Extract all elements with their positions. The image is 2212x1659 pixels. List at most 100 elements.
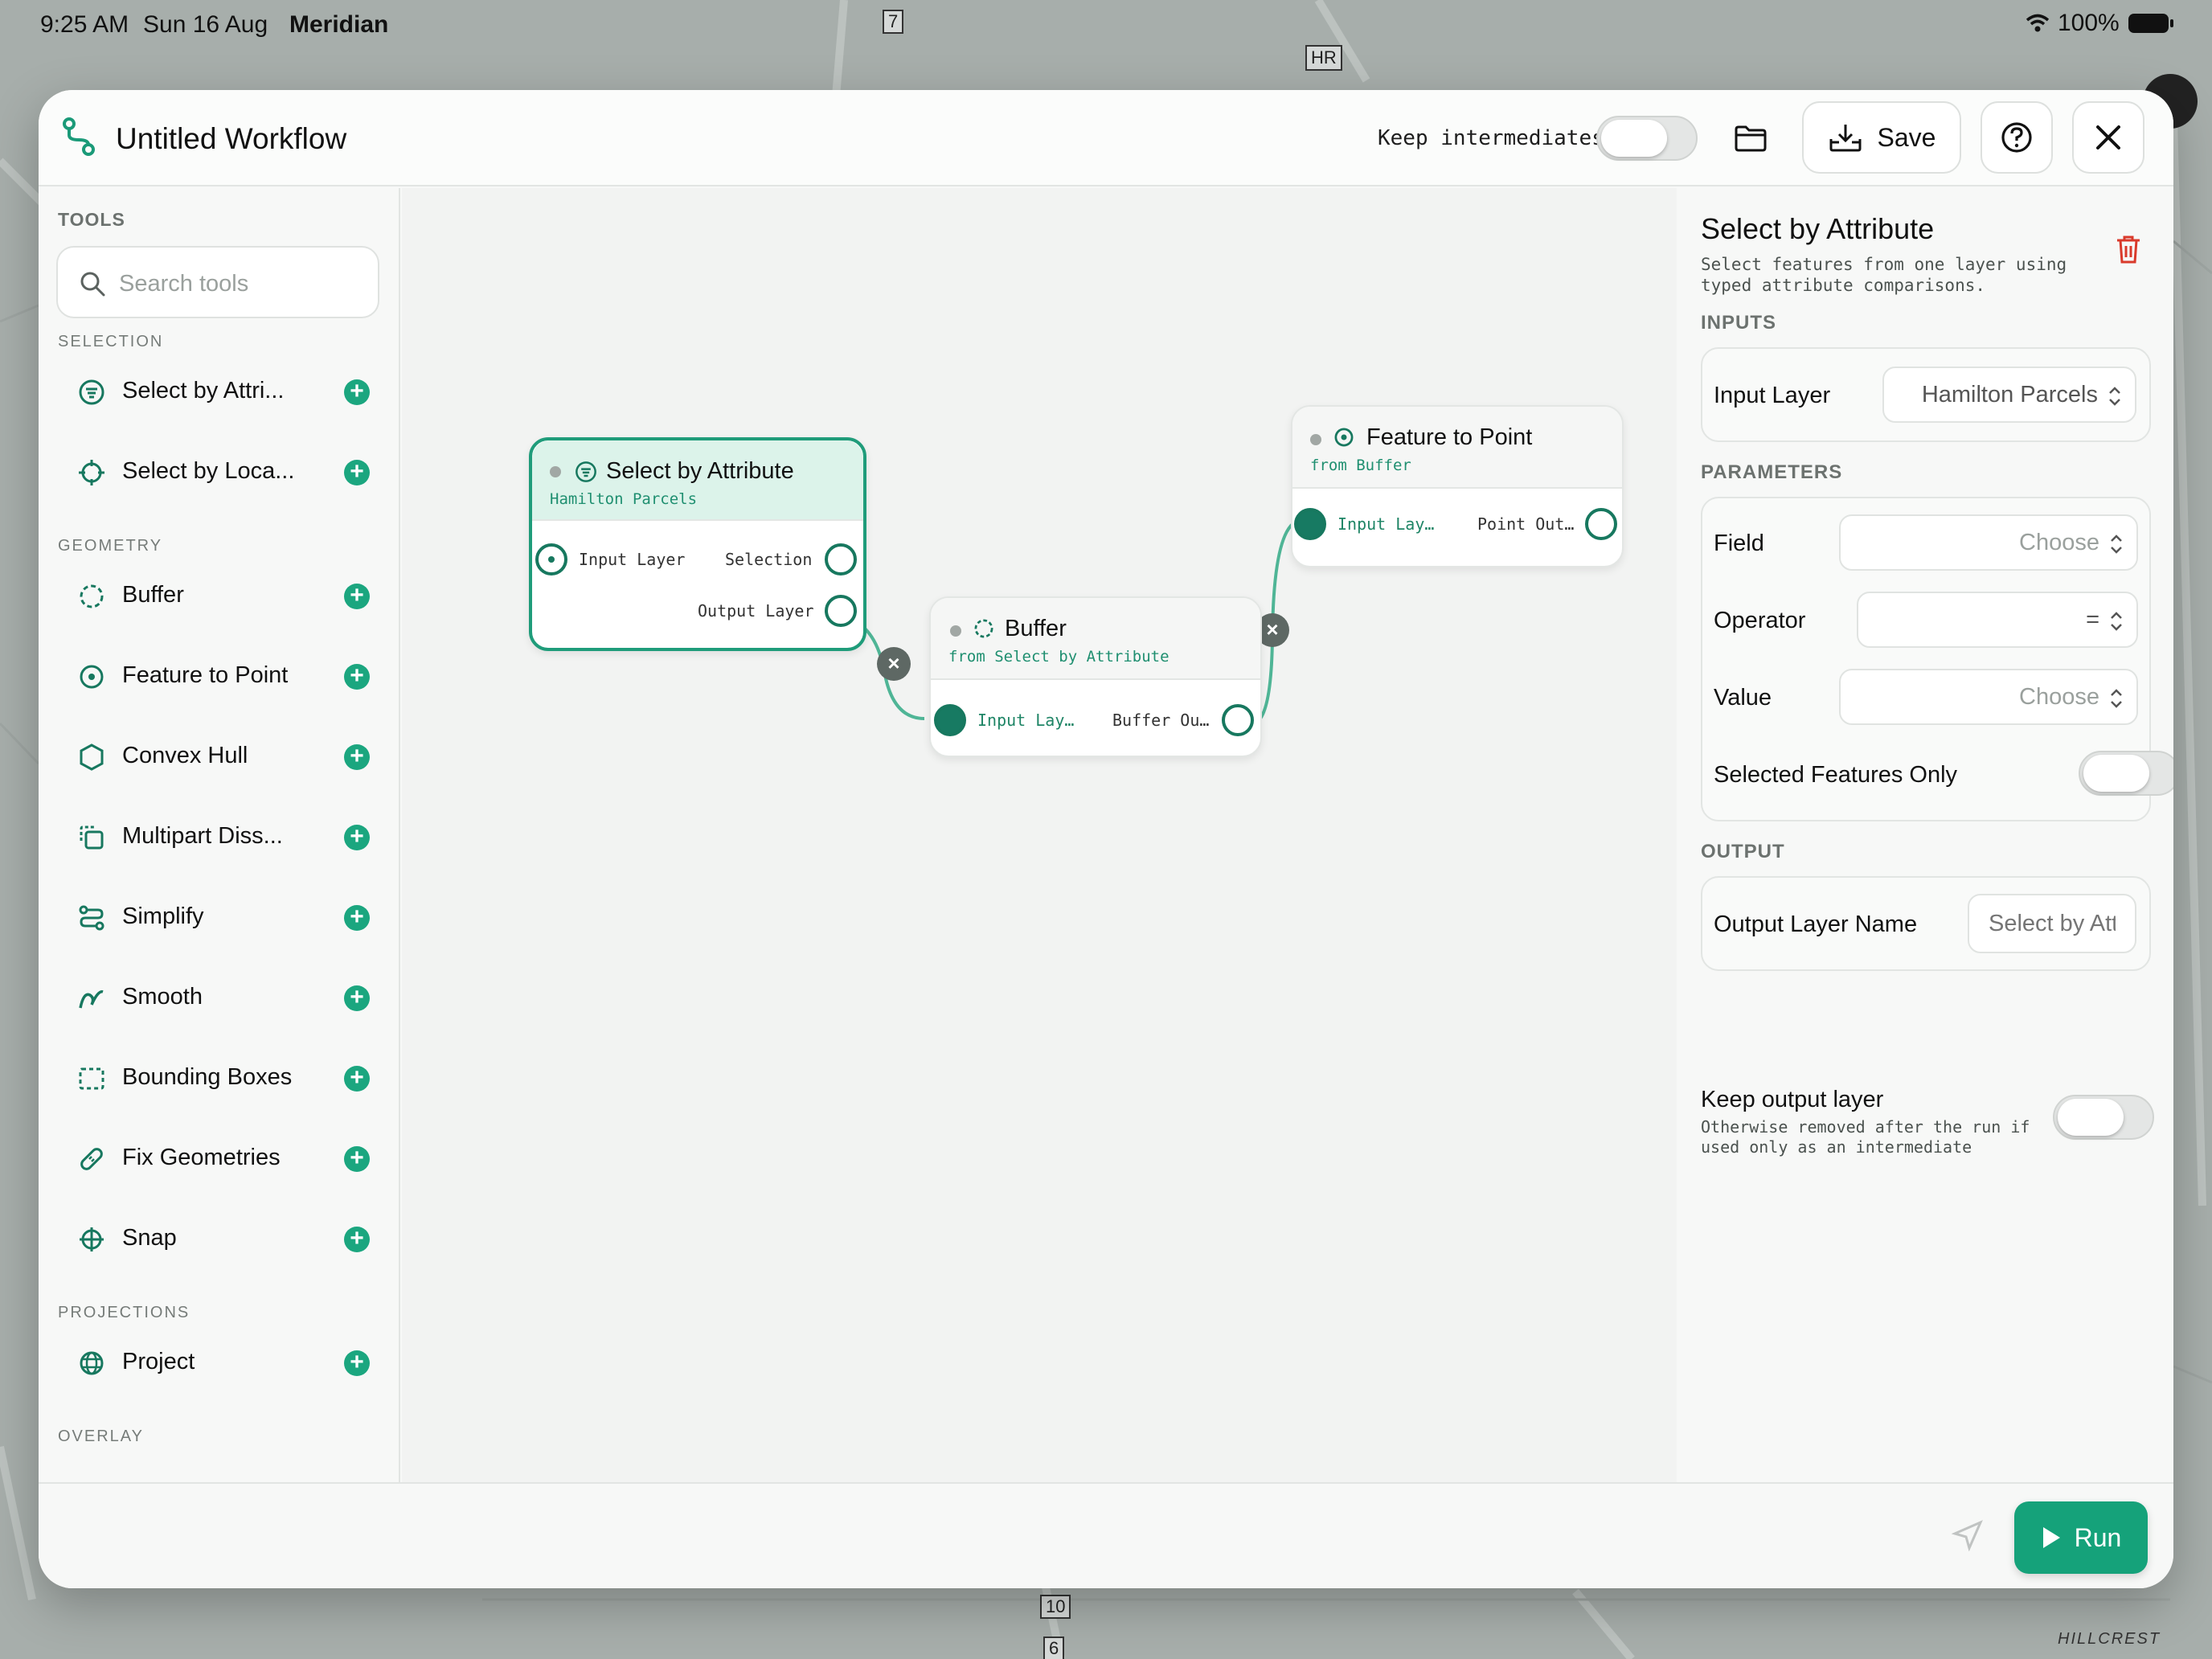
tool-select-by-attribute[interactable]: Select by Attri... + [56, 360, 386, 424]
tool-label: Convex Hull [122, 743, 248, 768]
close-button[interactable] [2072, 101, 2144, 174]
output-name-input[interactable] [1968, 894, 2136, 953]
inspector-panel: Select by Attribute Select features from… [1678, 188, 2173, 1482]
node-header: Buffer from Select by Attribute [931, 598, 1260, 680]
field-select[interactable]: Choose [1839, 514, 2138, 571]
help-button[interactable] [1981, 101, 2053, 174]
value-value: Choose [2019, 683, 2099, 710]
tool-label: Select by Loca... [122, 458, 295, 484]
add-tool-button[interactable]: + [344, 379, 370, 405]
wifi-icon [2026, 14, 2050, 32]
node-buffer[interactable]: Buffer from Select by Attribute Input La… [929, 596, 1262, 757]
input-port[interactable] [1294, 508, 1326, 540]
dashed-rect-icon [79, 1067, 104, 1090]
tool-fix-geometries[interactable]: Fix Geometries + [56, 1127, 386, 1191]
add-tool-button[interactable]: + [344, 1066, 370, 1092]
workflow-canvas[interactable]: × × Select by Attribute Hamilton Parcels… [402, 188, 1677, 1482]
selected-only-label: Selected Features Only [1714, 762, 1958, 788]
tool-project[interactable]: Project + [56, 1331, 386, 1395]
dashed-circle-icon [974, 619, 993, 638]
workflow-icon [63, 117, 95, 156]
input-port[interactable] [535, 543, 567, 576]
node-feature-to-point[interactable]: Feature to Point from Buffer Input Lay… … [1291, 405, 1624, 567]
copy-split-icon [80, 825, 104, 850]
keep-output-description: Otherwise removed after the run if used … [1701, 1117, 2030, 1157]
operator-value: = [2086, 606, 2099, 633]
output-port[interactable] [1585, 508, 1617, 540]
search-input[interactable] [119, 264, 360, 304]
value-select[interactable]: Choose [1839, 669, 2138, 725]
tool-bounding-boxes[interactable]: Bounding Boxes + [56, 1047, 386, 1111]
add-tool-button[interactable]: + [344, 905, 370, 931]
tool-snap[interactable]: Snap + [56, 1207, 386, 1272]
tool-label: Feature to Point [122, 662, 289, 688]
add-tool-button[interactable]: + [344, 1146, 370, 1172]
add-tool-button[interactable]: + [344, 1227, 370, 1252]
battery-icon [2128, 14, 2173, 33]
node-status-dot [1310, 434, 1321, 445]
add-tool-button[interactable]: + [344, 825, 370, 850]
tool-multipart-dissolve[interactable]: Multipart Diss... + [56, 805, 386, 870]
hexagon-icon [80, 743, 104, 771]
tool-simplify[interactable]: Simplify + [56, 886, 386, 950]
tool-select-by-location[interactable]: Select by Loca... + [56, 440, 386, 505]
run-button[interactable]: Run [2014, 1501, 2148, 1574]
section-projections: PROJECTIONS [58, 1304, 190, 1321]
workflow-title[interactable]: Untitled Workflow [116, 122, 346, 156]
toggle-knob [1601, 120, 1667, 157]
smooth-curve-icon [79, 990, 104, 1009]
node-select-by-attribute[interactable]: Select by Attribute Hamilton Parcels Inp… [529, 437, 866, 651]
add-tool-button[interactable]: + [344, 744, 370, 770]
output-port-selection[interactable] [825, 543, 857, 576]
node-title: Select by Attribute [606, 458, 794, 484]
node-title: Buffer [1005, 616, 1067, 641]
selected-only-toggle[interactable] [2079, 751, 2173, 796]
save-button[interactable]: Save [1802, 101, 1961, 174]
add-tool-button[interactable]: + [344, 985, 370, 1011]
close-icon [2096, 125, 2120, 150]
output-port-layer[interactable] [825, 595, 857, 627]
value-label: Value [1714, 685, 1772, 711]
port-label: Input Lay… [1337, 514, 1435, 534]
road-shield-10: 10 [1040, 1595, 1071, 1619]
open-folder-button[interactable] [1727, 114, 1775, 162]
add-tool-button[interactable]: + [344, 460, 370, 485]
delete-node-trash-icon[interactable] [2114, 233, 2143, 265]
node-status-dot [950, 625, 961, 637]
status-time: 9:25 AM [40, 11, 129, 38]
tool-label: Snap [122, 1225, 177, 1251]
map-label-hillcrest: HILLCREST [2058, 1630, 2161, 1648]
folder-icon [1735, 125, 1767, 152]
node-header: Feature to Point from Buffer [1292, 407, 1622, 489]
operator-select[interactable]: = [1857, 592, 2138, 648]
keep-intermediates-toggle[interactable] [1596, 116, 1698, 161]
crosshair-icon [79, 460, 104, 485]
tool-label: Select by Attri... [122, 378, 285, 403]
add-tool-button[interactable]: + [344, 664, 370, 690]
output-port[interactable] [1222, 704, 1254, 736]
output-card: Output Layer Name [1701, 876, 2151, 971]
tools-sidebar: TOOLS SELECTION Select by Attri... + Sel… [39, 188, 400, 1482]
input-layer-select[interactable]: Hamilton Parcels [1882, 367, 2136, 423]
keep-output-toggle[interactable] [2053, 1095, 2154, 1140]
field-value: Choose [2019, 529, 2099, 555]
chevron-up-down-icon [2109, 387, 2120, 406]
tool-convex-hull[interactable]: Convex Hull + [56, 725, 386, 789]
tool-feature-to-point[interactable]: Feature to Point + [56, 645, 386, 709]
remove-edge-button[interactable]: × [877, 647, 911, 681]
tool-buffer[interactable]: Buffer + [56, 564, 386, 629]
tool-label: Multipart Diss... [122, 823, 283, 849]
chevron-up-down-icon [2111, 612, 2122, 631]
snap-crosshair-icon [80, 1227, 104, 1251]
node-header: Select by Attribute Hamilton Parcels [532, 440, 863, 521]
status-date: Sun 16 Aug [143, 11, 268, 38]
node-subtitle: from Buffer [1310, 457, 1411, 474]
chevron-up-down-icon [2111, 689, 2122, 708]
tool-smooth[interactable]: Smooth + [56, 966, 386, 1030]
input-port[interactable] [934, 704, 966, 736]
tool-search[interactable] [56, 246, 379, 318]
tool-label: Smooth [122, 984, 203, 1010]
add-tool-button[interactable]: + [344, 584, 370, 609]
dashed-circle-icon [80, 584, 104, 608]
add-tool-button[interactable]: + [344, 1350, 370, 1376]
